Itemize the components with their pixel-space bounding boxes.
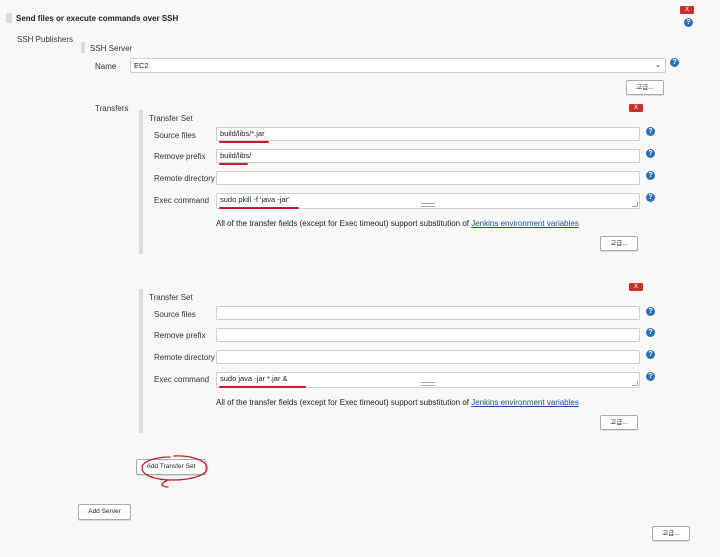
- help-icon[interactable]: ?: [646, 171, 655, 180]
- help-icon[interactable]: ?: [646, 350, 655, 359]
- transfer-set-1-bar: [139, 110, 143, 254]
- annotation-underline: [219, 163, 248, 165]
- ts1-advanced-button[interactable]: 고급...: [600, 236, 638, 251]
- section-header-bar: [6, 13, 12, 23]
- ts2-source-files-label: Source files: [154, 310, 196, 319]
- annotation-underline: [219, 207, 299, 209]
- help-icon[interactable]: ?: [684, 18, 693, 27]
- ts2-note: All of the transfer fields (except for E…: [216, 398, 579, 407]
- ts2-exec-command-label: Exec command: [154, 375, 210, 384]
- ts1-remove-prefix-input[interactable]: build/libs/: [216, 149, 640, 163]
- resize-handle[interactable]: [632, 380, 638, 386]
- dropdown-arrow-icon: ⌄: [655, 62, 661, 69]
- help-icon[interactable]: ?: [646, 149, 655, 158]
- help-icon[interactable]: ?: [670, 58, 679, 67]
- help-icon[interactable]: ?: [646, 328, 655, 337]
- ts1-remove-prefix-label: Remove prefix: [154, 152, 206, 161]
- transfer-set-2-heading: Transfer Set: [149, 293, 193, 302]
- name-label: Name: [95, 62, 117, 71]
- transfer-set-1-delete-button[interactable]: X: [629, 104, 643, 112]
- ts2-source-files-input[interactable]: [216, 306, 640, 320]
- ts1-note: All of the transfer fields (except for E…: [216, 219, 579, 228]
- ts2-remote-directory-label: Remote directory: [154, 353, 215, 362]
- help-icon[interactable]: ?: [646, 372, 655, 381]
- jenkins-env-link[interactable]: Jenkins environment variables: [471, 219, 579, 228]
- server-advanced-button[interactable]: 고급...: [626, 80, 664, 95]
- section-title: Send files or execute commands over SSH: [16, 14, 179, 23]
- annotation-underline: [219, 386, 306, 388]
- ts2-remove-prefix-label: Remove prefix: [154, 331, 206, 340]
- help-icon[interactable]: ?: [646, 127, 655, 136]
- ssh-server-bar: [81, 42, 85, 53]
- ts1-source-files-input[interactable]: build/libs/*.jar: [216, 127, 640, 141]
- ssh-server-heading: SSH Server: [90, 44, 133, 53]
- section-delete-button[interactable]: X: [680, 6, 694, 14]
- textarea-grip[interactable]: [421, 382, 435, 386]
- ts1-remote-directory-input[interactable]: [216, 171, 640, 185]
- ssh-publishers-label: SSH Publishers: [17, 35, 74, 44]
- ts2-note-text: All of the transfer fields (except for E…: [216, 398, 472, 407]
- bottom-advanced-button[interactable]: 고급...: [652, 526, 690, 541]
- ts1-exec-command-value: sudo pkill -f 'java -jar': [220, 195, 290, 204]
- jenkins-env-link[interactable]: Jenkins environment variables: [471, 398, 579, 407]
- ts1-source-files-label: Source files: [154, 131, 196, 140]
- annotation-circle: [141, 455, 208, 488]
- server-name-select[interactable]: EC2 ⌄: [130, 58, 666, 73]
- annotation-underline: [219, 141, 269, 143]
- ts2-remote-directory-input[interactable]: [216, 350, 640, 364]
- add-server-button[interactable]: Add Server: [78, 504, 131, 520]
- resize-handle[interactable]: [632, 201, 638, 207]
- transfer-set-1-heading: Transfer Set: [149, 114, 193, 123]
- help-icon[interactable]: ?: [646, 307, 655, 316]
- help-icon[interactable]: ?: [646, 193, 655, 202]
- ts1-exec-command-label: Exec command: [154, 196, 210, 205]
- ts1-note-text: All of the transfer fields (except for E…: [216, 219, 472, 228]
- textarea-grip[interactable]: [421, 203, 435, 207]
- ts2-exec-command-value: sudo java -jar *.jar &: [220, 374, 288, 383]
- ts2-advanced-button[interactable]: 고급...: [600, 415, 638, 430]
- transfer-set-2-bar: [139, 289, 143, 433]
- ts1-remote-directory-label: Remote directory: [154, 174, 215, 183]
- transfer-set-2-delete-button[interactable]: X: [629, 283, 643, 291]
- server-name-value: EC2: [134, 61, 149, 70]
- transfers-label: Transfers: [95, 104, 129, 113]
- ts2-remove-prefix-input[interactable]: [216, 328, 640, 342]
